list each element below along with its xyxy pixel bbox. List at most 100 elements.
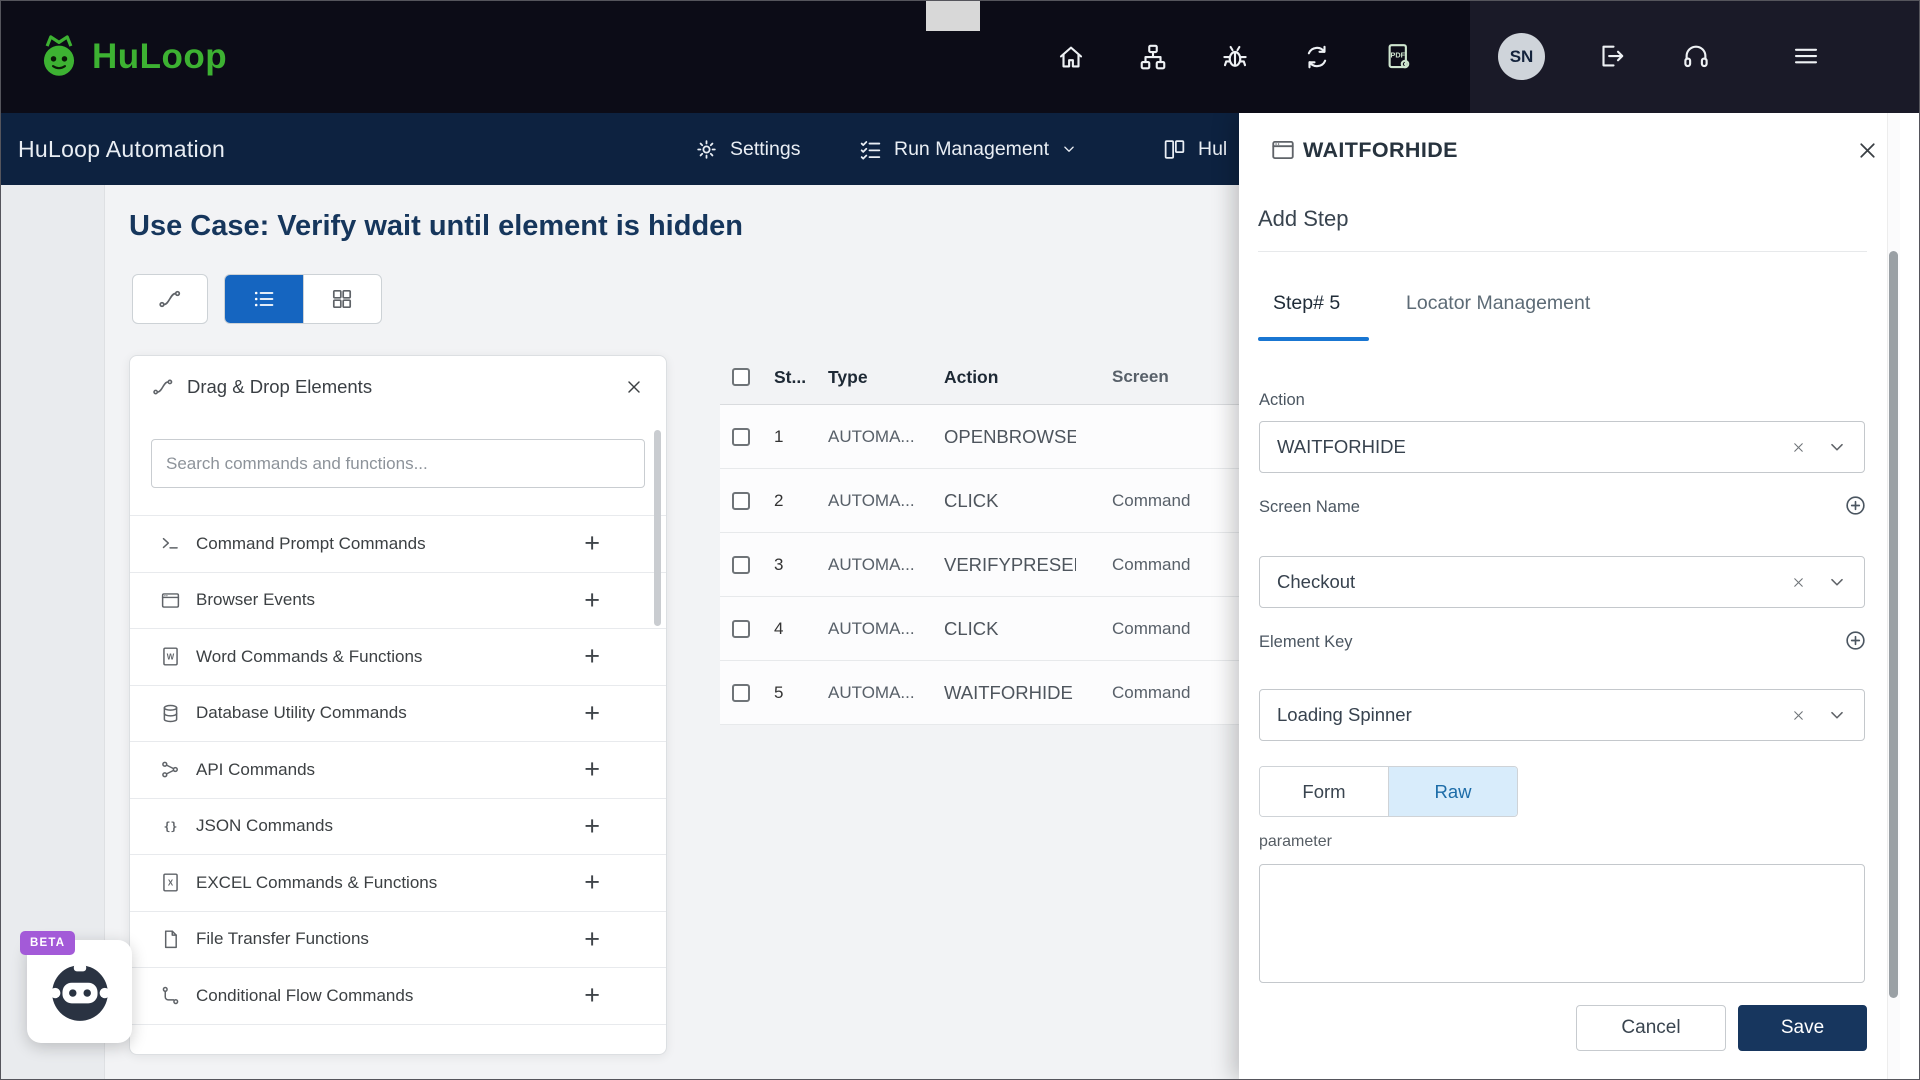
palette-item-json-commands[interactable]: {} JSON Commands — [130, 797, 666, 855]
row-checkbox[interactable] — [732, 619, 750, 638]
topbar-icon-group: PDF — [1056, 0, 1414, 113]
plus-icon[interactable] — [584, 530, 600, 557]
header-action: Action — [944, 366, 999, 387]
search-input[interactable] — [151, 439, 645, 488]
plus-icon[interactable] — [584, 700, 600, 727]
header-step: St... — [774, 366, 807, 387]
palette-scrollbar[interactable] — [654, 430, 661, 626]
header-type: Type — [828, 366, 868, 387]
palette-item-label: Browser Events — [196, 590, 316, 610]
clear-icon[interactable] — [1791, 575, 1806, 590]
view-toggle-grid[interactable] — [302, 275, 382, 323]
action-select[interactable]: WAITFORHIDE — [1259, 421, 1865, 473]
browser-window-icon — [1270, 137, 1296, 163]
drawer-scrollbar-thumb[interactable] — [1889, 251, 1898, 998]
plus-icon[interactable] — [584, 587, 600, 614]
list-view-icon — [252, 287, 276, 311]
view-toggle-list[interactable] — [225, 275, 303, 323]
add-screen-icon[interactable] — [1844, 494, 1867, 517]
app-window: HuLoop PDF SN HuLoop Automation Settings… — [0, 0, 1920, 1080]
element-key-select-value: Loading Spinner — [1277, 704, 1412, 725]
screen-name-select[interactable]: Checkout — [1259, 556, 1865, 608]
logout-icon[interactable] — [1596, 41, 1626, 71]
form-toggle-option[interactable]: Form — [1260, 767, 1388, 816]
element-key-label: Element Key — [1259, 633, 1353, 651]
headset-icon[interactable] — [1681, 41, 1711, 71]
raw-toggle-option[interactable]: Raw — [1388, 767, 1517, 816]
close-icon[interactable] — [1855, 138, 1880, 163]
row-checkbox[interactable] — [732, 427, 750, 446]
cell-type: AUTOMA... — [828, 682, 915, 702]
palette-item-command-prompt[interactable]: Command Prompt Commands — [130, 515, 666, 572]
close-icon[interactable] — [624, 377, 644, 397]
palette-item-api-commands[interactable]: API Commands — [130, 741, 666, 798]
parameter-label: parameter — [1259, 833, 1332, 850]
svg-text:{}: {} — [164, 819, 178, 833]
api-nodes-icon — [160, 759, 181, 780]
clear-icon[interactable] — [1791, 440, 1806, 455]
view-toggle-flow[interactable] — [132, 274, 208, 324]
avatar[interactable]: SN — [1498, 33, 1545, 80]
home-icon[interactable] — [1056, 42, 1086, 72]
robot-avatar-icon — [47, 959, 113, 1025]
drawer-heading: Add Step — [1258, 206, 1349, 231]
json-braces-icon: {} — [160, 816, 181, 837]
tab-step[interactable]: Step# 5 — [1273, 292, 1340, 315]
plus-icon[interactable] — [584, 813, 600, 840]
palette-item-label: Word Commands & Functions — [196, 646, 423, 666]
select-all-checkbox[interactable] — [732, 368, 750, 386]
cell-step: 4 — [774, 618, 784, 638]
plus-icon[interactable] — [584, 756, 600, 783]
database-icon — [160, 703, 181, 724]
table-row[interactable]: 5 AUTOMA... WAITFORHIDE Command — [720, 661, 1280, 725]
nav-settings-label: Settings — [730, 137, 801, 160]
add-element-icon[interactable] — [1844, 629, 1867, 652]
palette-item-file-transfer[interactable]: File Transfer Functions — [130, 910, 666, 968]
grid-view-icon — [330, 287, 354, 311]
screen-name-select-value: Checkout — [1277, 571, 1356, 592]
clear-icon[interactable] — [1791, 708, 1806, 723]
menu-icon[interactable] — [1791, 41, 1821, 71]
plus-icon[interactable] — [584, 869, 600, 896]
element-key-select[interactable]: Loading Spinner — [1259, 689, 1865, 741]
bug-icon[interactable] — [1220, 42, 1250, 72]
checklist-icon — [858, 137, 883, 162]
cell-step: 1 — [774, 426, 784, 446]
plus-icon[interactable] — [584, 982, 600, 1009]
pdf-icon[interactable]: PDF — [1384, 42, 1414, 72]
row-checkbox[interactable] — [732, 491, 750, 510]
palette-list: Command Prompt Commands Browser Events W… — [130, 515, 666, 1080]
huloop-logo[interactable]: HuLoop — [38, 0, 227, 113]
palette-item-excel-commands[interactable]: X EXCEL Commands & Functions — [130, 854, 666, 911]
palette-item-partial — [130, 1023, 666, 1080]
palette-item-database-utility[interactable]: Database Utility Commands — [130, 684, 666, 742]
cancel-button[interactable]: Cancel — [1576, 1005, 1726, 1051]
nav-item-settings[interactable]: Settings — [694, 113, 800, 185]
parameter-textarea[interactable] — [1259, 864, 1865, 983]
table-row[interactable]: 2 AUTOMA... CLICK Command — [720, 469, 1280, 533]
row-checkbox[interactable] — [732, 683, 750, 702]
palette-item-word-commands[interactable]: W Word Commands & Functions — [130, 628, 666, 685]
sync-icon[interactable] — [1302, 42, 1332, 72]
workflow-icon[interactable] — [1138, 42, 1168, 72]
nav-item-run-management[interactable]: Run Management — [858, 113, 1078, 185]
assistant-bot-button[interactable] — [27, 940, 132, 1043]
tab-locator-management[interactable]: Locator Management — [1406, 292, 1590, 315]
cell-step: 2 — [774, 490, 784, 510]
word-doc-icon: W — [160, 646, 181, 667]
chevron-down-icon[interactable] — [1826, 704, 1848, 726]
save-button[interactable]: Save — [1738, 1005, 1867, 1051]
table-row[interactable]: 3 AUTOMA... VERIFYPRESENT Command — [720, 533, 1280, 597]
plus-icon[interactable] — [584, 926, 600, 953]
table-row[interactable]: 1 AUTOMA... OPENBROWSER — [720, 405, 1280, 469]
palette-item-browser-events[interactable]: Browser Events — [130, 571, 666, 629]
palette-item-conditional-flow[interactable]: Conditional Flow Commands — [130, 967, 666, 1024]
row-checkbox[interactable] — [732, 555, 750, 574]
chevron-down-icon[interactable] — [1826, 436, 1848, 458]
cell-action: CLICK — [944, 617, 999, 639]
table-row[interactable]: 4 AUTOMA... CLICK Command — [720, 597, 1280, 661]
nav-item-huloop[interactable]: Hul — [1162, 113, 1227, 185]
plus-icon[interactable] — [584, 643, 600, 670]
flow-view-icon — [158, 287, 182, 311]
chevron-down-icon[interactable] — [1826, 571, 1848, 593]
